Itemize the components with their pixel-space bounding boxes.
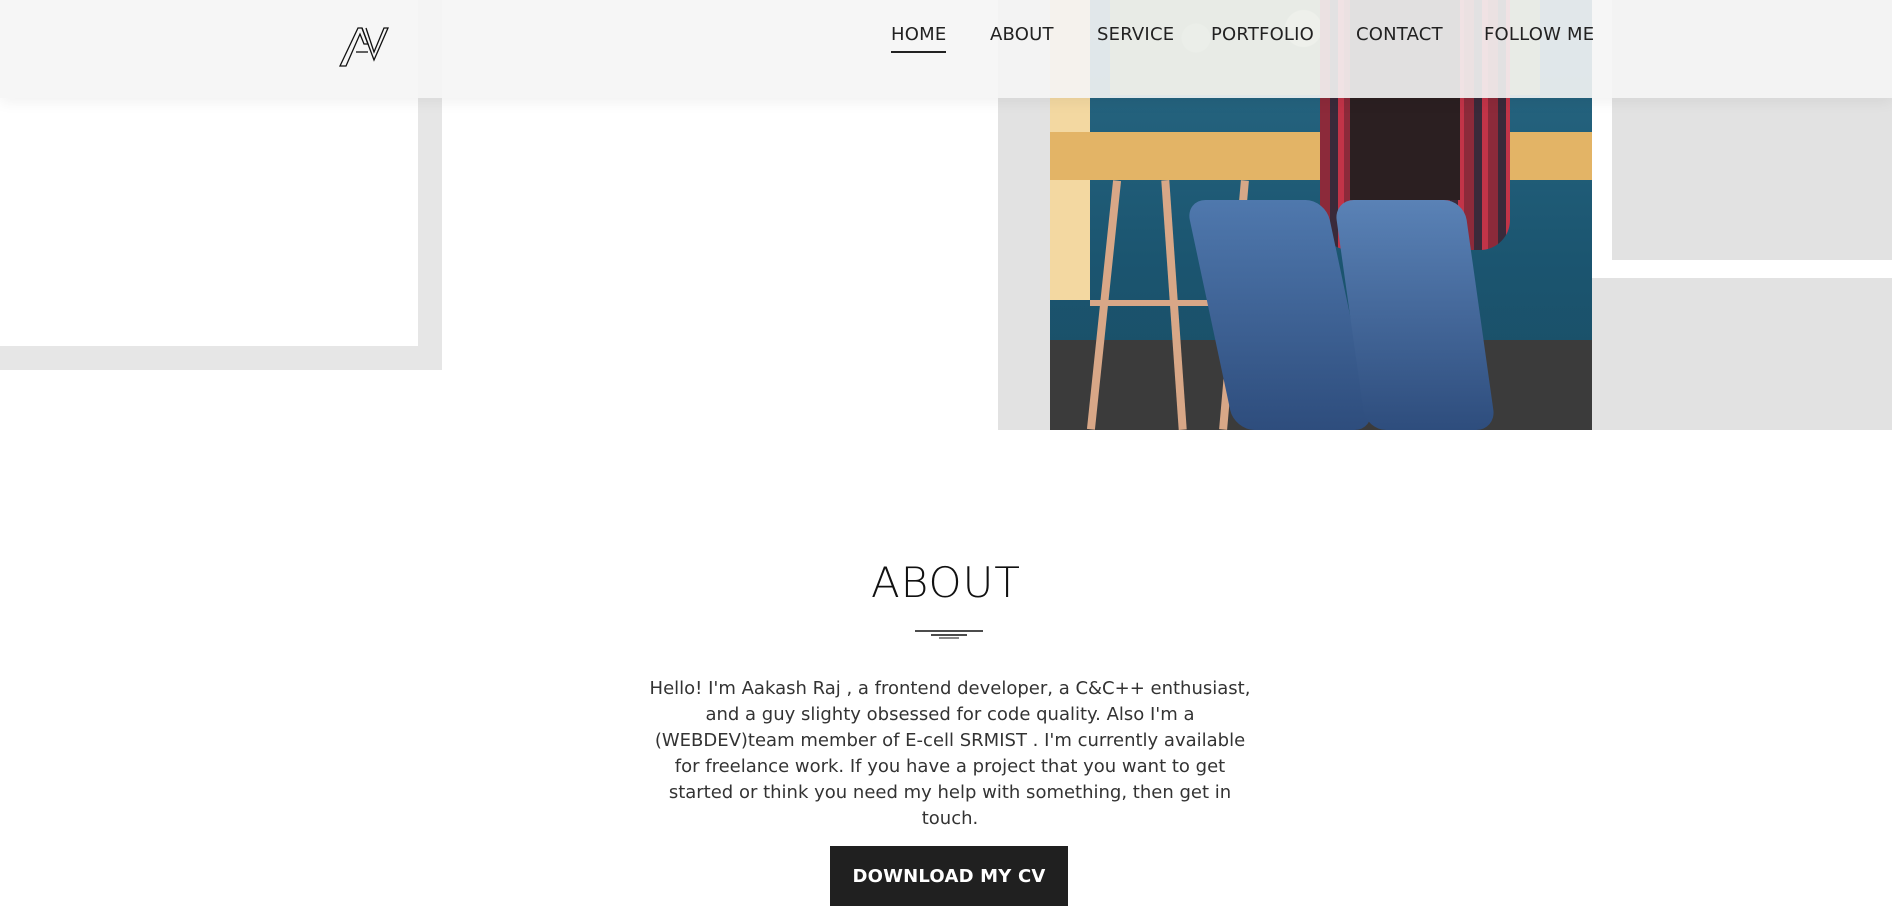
about-title: ABOUT [871, 558, 1021, 607]
nav-portfolio[interactable]: PORTFOLIO [1211, 24, 1314, 45]
download-cv-button[interactable]: DOWNLOAD MY CV [830, 846, 1068, 906]
nav-follow-me[interactable]: FOLLOW ME [1484, 24, 1594, 45]
main-nav: HOME ABOUT SERVICE PORTFOLIO CONTACT FOL… [0, 0, 1892, 98]
about-paragraph: Hello! I'm Aakash Raj , a frontend devel… [649, 678, 1251, 829]
section-divider-icon [915, 624, 983, 639]
nav-service[interactable]: SERVICE [1097, 24, 1174, 45]
nav-about[interactable]: ABOUT [990, 24, 1054, 45]
nav-contact[interactable]: CONTACT [1356, 24, 1443, 45]
nav-home[interactable]: HOME [891, 24, 947, 53]
